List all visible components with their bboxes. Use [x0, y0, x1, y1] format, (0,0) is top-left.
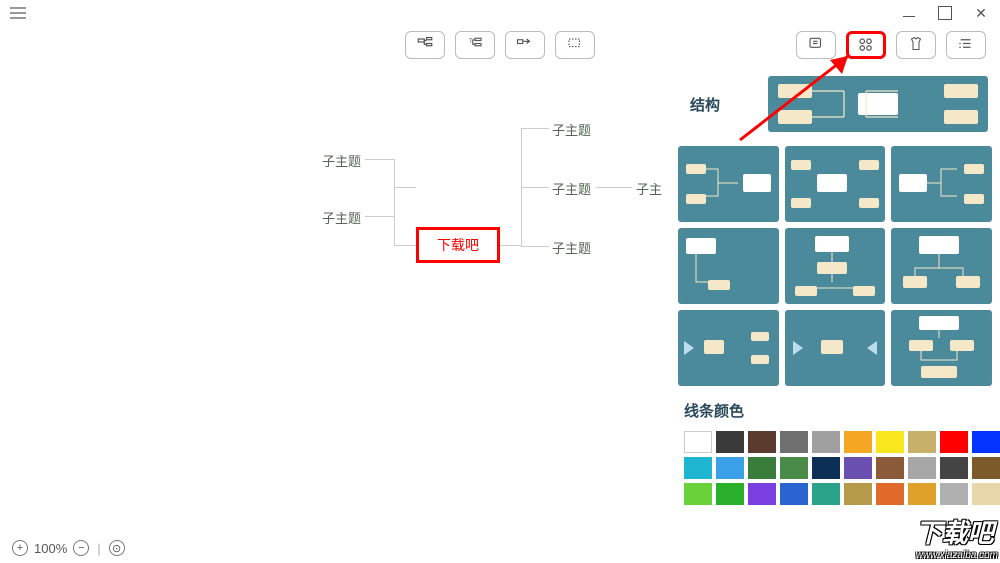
menu-icon[interactable] [10, 7, 26, 19]
color-swatch[interactable] [972, 483, 1000, 505]
structure-option-4[interactable] [678, 228, 779, 304]
tb-outline-button[interactable] [946, 31, 986, 59]
zoom-out-button[interactable]: − [73, 540, 89, 556]
color-swatch[interactable] [972, 457, 1000, 479]
structure-current-preview[interactable] [768, 76, 988, 132]
color-swatch[interactable] [780, 431, 808, 453]
connector [596, 187, 632, 188]
color-swatch[interactable] [716, 483, 744, 505]
tb-boundary-button[interactable] [555, 31, 595, 59]
structure-option-5[interactable] [785, 228, 886, 304]
color-swatch[interactable] [940, 483, 968, 505]
boundary-icon [566, 36, 584, 54]
color-swatch[interactable] [876, 483, 904, 505]
color-swatch[interactable] [844, 457, 872, 479]
connector [394, 187, 395, 245]
connector [365, 159, 395, 160]
color-swatch[interactable] [876, 457, 904, 479]
color-swatch[interactable] [812, 483, 840, 505]
node-left-2[interactable]: 子主题 [322, 208, 361, 227]
list-icon [957, 36, 975, 54]
node-right-2[interactable]: 子主题 [552, 179, 591, 198]
color-swatch[interactable] [908, 431, 936, 453]
topic-tree-icon [416, 36, 434, 54]
color-swatch[interactable] [748, 431, 776, 453]
color-swatch[interactable] [876, 431, 904, 453]
connector [500, 245, 522, 246]
format-icon [807, 36, 825, 54]
grid4-icon [857, 36, 875, 54]
relationship-icon [516, 36, 534, 54]
structure-option-9[interactable] [891, 310, 992, 386]
connector [521, 187, 549, 188]
color-swatch[interactable] [940, 431, 968, 453]
structure-option-3[interactable] [891, 146, 992, 222]
tb-relationship-button[interactable] [505, 31, 545, 59]
color-swatch[interactable] [908, 457, 936, 479]
structure-option-8[interactable] [785, 310, 886, 386]
node-left-1[interactable]: 子主题 [322, 151, 361, 170]
connector [365, 216, 395, 217]
color-swatch[interactable] [748, 483, 776, 505]
zoom-level-label: 100% [34, 541, 67, 556]
color-swatch[interactable] [812, 431, 840, 453]
window-minimize-button[interactable] [902, 6, 916, 20]
color-swatch[interactable] [908, 483, 936, 505]
shirt-icon [907, 36, 925, 54]
zoom-in-button[interactable]: + [12, 540, 28, 556]
tb-insert-topic-button[interactable] [405, 31, 445, 59]
line-color-title: 线条颜色 [684, 400, 992, 421]
color-swatch[interactable] [684, 431, 712, 453]
status-bar: + 100% − | ⊙ [0, 533, 125, 563]
node-right-1[interactable]: 子主题 [552, 120, 591, 139]
center-node[interactable]: 下载吧 [416, 227, 500, 263]
side-panel: 结构 [670, 64, 1000, 563]
tb-format-button[interactable] [796, 31, 836, 59]
window-close-button[interactable] [974, 6, 988, 20]
color-swatch[interactable] [716, 457, 744, 479]
structure-option-2[interactable] [785, 146, 886, 222]
tb-theme-button[interactable] [896, 31, 936, 59]
tb-insert-subtopic-button[interactable]: T [455, 31, 495, 59]
color-swatch[interactable] [844, 483, 872, 505]
color-swatch[interactable] [780, 483, 808, 505]
connector [521, 246, 549, 247]
color-swatch[interactable] [940, 457, 968, 479]
color-swatch[interactable] [780, 457, 808, 479]
node-right-3[interactable]: 子主题 [552, 238, 591, 257]
structure-option-6[interactable] [891, 228, 992, 304]
color-swatch[interactable] [684, 483, 712, 505]
separator: | [97, 541, 100, 556]
color-swatch[interactable] [748, 457, 776, 479]
connector [521, 128, 549, 129]
mindmap-canvas[interactable]: 下载吧 子主题 子主题 子主题 子主题 子主题 子主 [0, 64, 670, 533]
connector [394, 187, 416, 188]
fit-view-button[interactable]: ⊙ [109, 540, 125, 556]
color-swatch[interactable] [972, 431, 1000, 453]
structure-section-title: 结构 [682, 94, 762, 115]
color-swatch[interactable] [812, 457, 840, 479]
node-far-right[interactable]: 子主 [636, 179, 662, 198]
color-swatch[interactable] [684, 457, 712, 479]
structure-option-1[interactable] [678, 146, 779, 222]
color-swatch[interactable] [844, 431, 872, 453]
window-maximize-button[interactable] [938, 6, 952, 20]
color-swatch[interactable] [716, 431, 744, 453]
structure-option-7[interactable] [678, 310, 779, 386]
tb-structure-button[interactable] [846, 31, 886, 59]
subtopic-icon: T [466, 36, 484, 54]
color-grid [678, 431, 992, 505]
connector [394, 245, 416, 246]
